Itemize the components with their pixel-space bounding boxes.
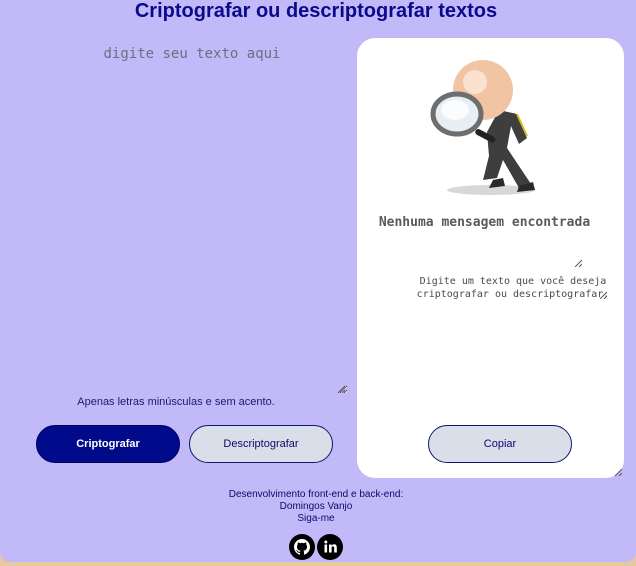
- resize-grip-icon[interactable]: [337, 385, 345, 393]
- result-description: Digite um texto que você deseja criptogr…: [416, 276, 610, 300]
- encrypt-button[interactable]: Criptografar: [36, 425, 180, 463]
- copy-button[interactable]: Copiar: [428, 425, 572, 463]
- linkedin-icon[interactable]: [317, 534, 343, 560]
- footer-credit: Desenvolvimento front-end e back-end:: [228, 489, 404, 500]
- result-title: Nenhuma mensagem encontrada: [378, 215, 591, 230]
- footer: Desenvolvimento front-end e back-end: Do…: [0, 489, 632, 525]
- resize-grip-icon[interactable]: [614, 468, 622, 476]
- resize-grip-icon[interactable]: [599, 291, 607, 299]
- footer-follow: Siga-me: [297, 513, 335, 524]
- result-panel: Nenhuma mensagem encontrada Digite um te…: [357, 38, 624, 478]
- text-input[interactable]: [36, 38, 348, 394]
- decrypt-button[interactable]: Descriptografar: [189, 425, 333, 463]
- github-icon[interactable]: [289, 534, 315, 560]
- page-background: Criptografar ou descriptografar textos A…: [0, 0, 636, 562]
- resize-grip-icon[interactable]: [574, 259, 582, 267]
- magnifying-glass-figure-icon: [430, 60, 535, 195]
- footer-author: Domingos Vanjo: [279, 501, 353, 512]
- input-hint: Apenas letras minúsculas e sem acento.: [77, 396, 275, 408]
- page-title: Criptografar ou descriptografar textos: [134, 0, 498, 22]
